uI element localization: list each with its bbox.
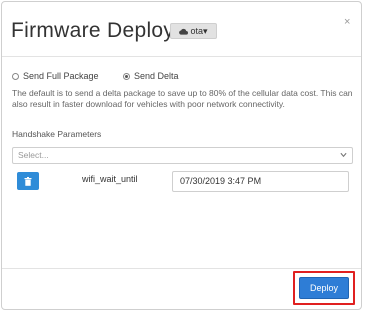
- send-full-package-label: Send Full Package: [23, 71, 99, 81]
- handshake-parameters-label: Handshake Parameters: [12, 129, 102, 139]
- handshake-parameter-select[interactable]: Select...: [12, 147, 353, 164]
- param-value-input[interactable]: 07/30/2019 3:47 PM: [172, 171, 349, 192]
- send-full-package-radio[interactable]: Send Full Package: [12, 71, 99, 81]
- radio-checked-icon: [123, 72, 130, 80]
- select-placeholder: Select...: [18, 150, 49, 160]
- modal-footer-divider: [2, 268, 361, 269]
- modal-header: Firmware Deploy ota▾ ×: [2, 2, 361, 57]
- param-key: wifi_wait_until: [82, 174, 138, 184]
- send-delta-label: Send Delta: [134, 71, 179, 81]
- handshake-param-row: wifi_wait_until 07/30/2019 3:47 PM: [12, 170, 353, 194]
- send-delta-radio[interactable]: Send Delta: [123, 71, 179, 81]
- firmware-deploy-modal: Firmware Deploy ota▾ × Send Full Package…: [1, 1, 362, 310]
- cloud-icon: [179, 28, 189, 35]
- ota-label: ota▾: [190, 25, 208, 36]
- deploy-button[interactable]: Deploy: [299, 277, 349, 299]
- trash-icon: [24, 176, 32, 186]
- ota-dropdown-button[interactable]: ota▾: [170, 23, 217, 39]
- radio-unchecked-icon: [12, 72, 19, 80]
- modal-title: Firmware Deploy: [11, 19, 175, 42]
- delta-description: The default is to send a delta package t…: [12, 88, 353, 109]
- close-icon[interactable]: ×: [344, 16, 350, 28]
- chevron-down-icon: [340, 152, 347, 158]
- delete-param-button[interactable]: [17, 172, 39, 190]
